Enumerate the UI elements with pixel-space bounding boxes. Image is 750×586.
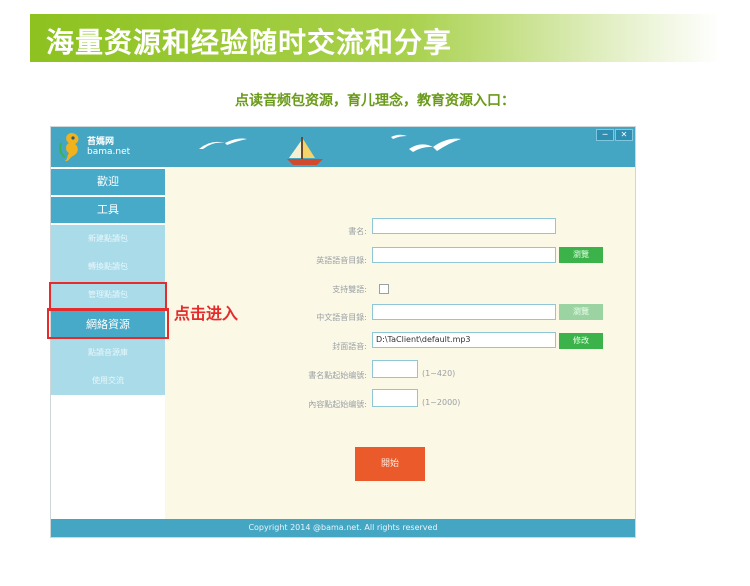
book-name-label: 書名: <box>348 227 367 236</box>
sidebar-item-new-package[interactable]: 新建點讀包 <box>51 225 165 253</box>
highlight-box-network <box>47 308 169 339</box>
title-start-label: 書名點起始编號: <box>308 371 367 380</box>
english-dir-label: 英語語音目錄: <box>316 256 367 265</box>
subtitle: 点读音频包资源，育儿理念，教育资源入口： <box>235 93 515 109</box>
seagull-icon <box>433 138 461 151</box>
logo-name: 苔媽网 <box>87 137 115 147</box>
content-start-hint: (1~2000) <box>422 398 461 407</box>
cover-audio-label: 封面語音: <box>332 342 367 351</box>
sidebar-item-welcome[interactable]: 歡迎 <box>51 169 165 195</box>
sidebar-item-audio-library[interactable]: 點讀音源庫 <box>51 339 165 367</box>
seagull-icon <box>409 144 433 152</box>
sidebar: 歡迎 工具 新建點讀包 轉換點讀包 管理點讀包 網絡資源 點讀音源庫 使用交流 <box>51 167 165 519</box>
chinese-browse-button[interactable]: 瀏覽 <box>559 304 603 320</box>
app-topbar: 苔媽网 bama.net ─ ✕ <box>51 127 635 167</box>
form-panel: 書名: 英語語音目錄: 瀏覽 支持雙語: 中文語音目錄: 瀏覽 封面語音: D:… <box>165 167 635 519</box>
cover-audio-input[interactable]: D:\TaClient\default.mp3 <box>372 332 556 348</box>
banner-title: 海量资源和经验随时交流和分享 <box>46 26 453 59</box>
english-browse-button[interactable]: 瀏覽 <box>559 247 603 263</box>
sidebar-item-convert-package[interactable]: 轉換點讀包 <box>51 253 165 281</box>
sidebar-item-tools[interactable]: 工具 <box>51 197 165 223</box>
seagull-icon <box>199 141 225 149</box>
bilingual-checkbox[interactable] <box>379 284 389 294</box>
seagull-icon <box>225 138 247 145</box>
title-start-hint: (1~420) <box>422 369 456 378</box>
content-start-label: 內容點起始编號: <box>308 400 367 409</box>
modify-button[interactable]: 修改 <box>559 333 603 349</box>
start-button[interactable]: 開始 <box>355 447 425 481</box>
seahorse-logo-icon <box>59 133 79 162</box>
content-start-input[interactable] <box>372 389 418 407</box>
sidebar-item-user-exchange[interactable]: 使用交流 <box>51 367 165 395</box>
english-dir-input[interactable] <box>372 247 556 263</box>
sailboat-icon <box>287 137 323 165</box>
chinese-dir-input[interactable] <box>372 304 556 320</box>
close-button[interactable]: ✕ <box>615 129 633 141</box>
highlight-box-manage <box>49 282 167 311</box>
bilingual-label: 支持雙語: <box>332 285 367 294</box>
logo-domain: bama.net <box>87 147 131 157</box>
callout-click-enter: 点击进入 <box>174 304 239 323</box>
title-start-input[interactable] <box>372 360 418 378</box>
header-banner: 海量资源和经验随时交流和分享 <box>30 14 720 62</box>
seagull-icon <box>391 134 407 139</box>
footer-copyright: Copyright 2014 @bama.net. All rights res… <box>51 519 635 537</box>
book-name-input[interactable] <box>372 218 556 234</box>
app-logo: 苔媽网 bama.net <box>57 131 167 163</box>
chinese-dir-label: 中文語音目錄: <box>316 313 367 322</box>
minimize-button[interactable]: ─ <box>596 129 614 141</box>
window-controls: ─ ✕ <box>595 129 633 141</box>
